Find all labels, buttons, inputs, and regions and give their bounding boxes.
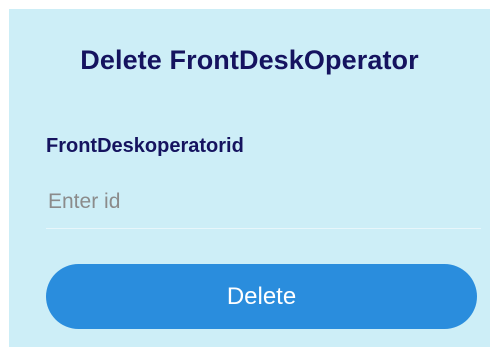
operator-id-input[interactable]: [46, 175, 481, 229]
delete-operator-form: Delete FrontDeskOperator FrontDeskoperat…: [9, 9, 490, 347]
form-title: Delete FrontDeskOperator: [80, 45, 419, 75]
operator-id-label: FrontDeskoperatorid: [46, 135, 244, 157]
delete-button[interactable]: Delete: [46, 264, 477, 329]
